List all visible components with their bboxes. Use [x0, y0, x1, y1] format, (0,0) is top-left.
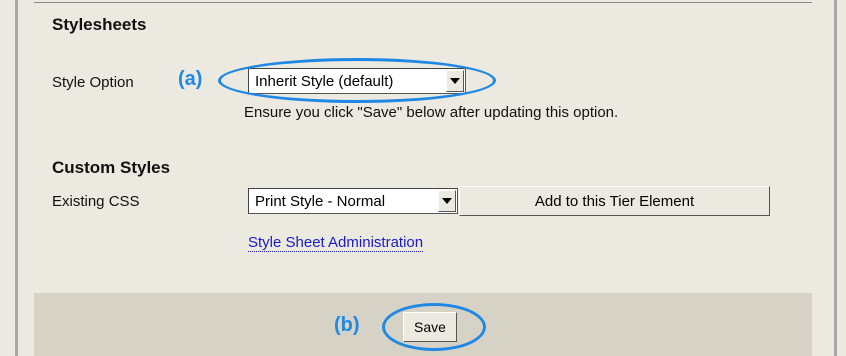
annotation-highlight-b: [382, 303, 486, 351]
existing-css-value: Print Style - Normal: [255, 192, 386, 210]
left-border: [15, 0, 18, 356]
save-reminder-note: Ensure you click "Save" below after upda…: [244, 104, 619, 121]
style-sheet-administration-link[interactable]: Style Sheet Administration: [248, 234, 424, 252]
add-to-tier-element-button[interactable]: Add to this Tier Element: [459, 186, 770, 216]
right-border: [834, 0, 837, 356]
annotation-marker-b: (b): [334, 314, 360, 336]
existing-css-select[interactable]: Print Style - Normal: [248, 188, 458, 214]
stylesheets-heading: Stylesheets: [52, 15, 147, 34]
section-divider: [34, 2, 812, 3]
page-frame: Stylesheets Style Option (a) Inherit Sty…: [0, 0, 846, 356]
style-option-label: Style Option: [52, 74, 134, 91]
chevron-down-icon[interactable]: [438, 190, 456, 212]
annotation-marker-a: (a): [178, 68, 203, 90]
custom-styles-heading: Custom Styles: [52, 158, 171, 177]
annotation-highlight-a: [218, 58, 496, 103]
existing-css-label: Existing CSS: [52, 193, 140, 210]
